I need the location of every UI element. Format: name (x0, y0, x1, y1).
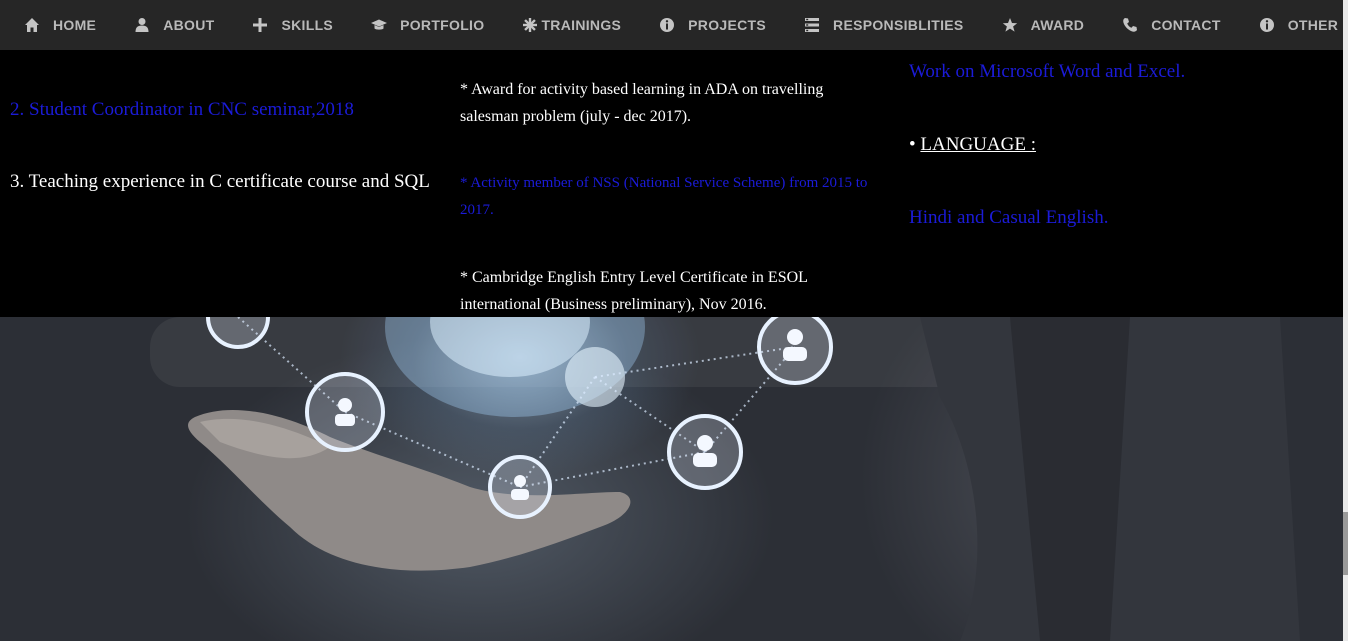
info-circle-icon (1259, 17, 1275, 33)
nav-skills[interactable]: SKILLS (228, 0, 347, 50)
nav-award[interactable]: AWARD (978, 0, 1099, 50)
responsibility-item-3: 3. Teaching experience in C certificate … (10, 171, 430, 192)
nav-home[interactable]: HOME (0, 0, 110, 50)
award-item-1: * Award for activity based learning in A… (460, 81, 824, 125)
nav-trainings-label: TRAININGS (541, 17, 622, 33)
plus-icon (252, 17, 268, 33)
star-icon (1002, 17, 1018, 33)
nav-home-label: HOME (53, 17, 97, 33)
nav-award-label: AWARD (1030, 17, 1085, 33)
language-text: Hindi and Casual English. (909, 207, 1109, 228)
content-panel: 2. Student Coordinator in CNC seminar,20… (0, 50, 1343, 317)
asterisk-icon (522, 17, 538, 33)
nav-projects-label: PROJECTS (688, 17, 767, 33)
language-heading-line: • LANGUAGE : (909, 128, 1036, 161)
nav-about-label: ABOUT (163, 17, 215, 33)
background-image (0, 317, 1343, 641)
phone-icon (1122, 17, 1138, 33)
responsibility-item-2: 2. Student Coordinator in CNC seminar,20… (10, 99, 354, 120)
scrollbar-thumb[interactable] (1343, 512, 1348, 575)
nav-contact[interactable]: CONTACT (1098, 0, 1235, 50)
home-icon (24, 17, 40, 33)
nav-responsibilities[interactable]: RESPONSIBLITIES (780, 0, 978, 50)
nav-responsibilities-label: RESPONSIBLITIES (833, 17, 964, 33)
language-heading: LANGUAGE : (920, 134, 1036, 155)
graduation-cap-icon (371, 17, 388, 33)
nav-other[interactable]: OTHER (1235, 0, 1348, 50)
nav-skills-label: SKILLS (281, 17, 334, 33)
network-illustration (150, 317, 1300, 641)
list-icon (804, 17, 820, 33)
skill-text: Work on Microsoft Word and Excel. (909, 61, 1186, 82)
nav-contact-label: CONTACT (1151, 17, 1221, 33)
bullet: • (909, 134, 916, 155)
top-nav: HOME ABOUT SKILLS PORTFOLIO TRAININGS PR… (0, 0, 1343, 50)
info-circle-icon (659, 17, 675, 33)
nav-projects[interactable]: PROJECTS (635, 0, 780, 50)
award-item-2: * Activity member of NSS (National Servi… (460, 175, 868, 218)
award-item-3: * Cambridge English Entry Level Certific… (460, 269, 808, 313)
nav-portfolio[interactable]: PORTFOLIO (347, 0, 498, 50)
nav-trainings[interactable]: TRAININGS (498, 0, 635, 50)
nav-other-label: OTHER (1287, 17, 1339, 33)
user-icon (134, 17, 150, 33)
nav-portfolio-label: PORTFOLIO (400, 17, 485, 33)
nav-about[interactable]: ABOUT (110, 0, 228, 50)
